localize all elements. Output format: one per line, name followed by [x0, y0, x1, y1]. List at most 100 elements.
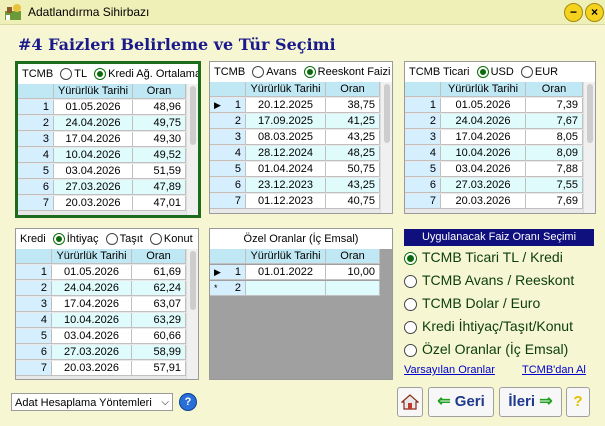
- radio-option[interactable]: [404, 320, 417, 334]
- vertical-scrollbar[interactable]: [186, 84, 198, 215]
- table-row[interactable]: 3 17.04.2026 8,05: [405, 130, 595, 145]
- help-icon[interactable]: ?: [179, 393, 197, 411]
- date-cell[interactable]: [246, 281, 326, 296]
- rate-cell[interactable]: 38,75: [326, 98, 380, 113]
- date-cell[interactable]: 03.04.2026: [441, 162, 526, 177]
- table-row[interactable]: 1 01.05.2026 7,39: [405, 98, 595, 113]
- table-row[interactable]: 4 10.04.2026 63,29: [16, 313, 198, 328]
- table-row[interactable]: * 2: [210, 281, 392, 296]
- rate-cell[interactable]: 60,66: [132, 329, 186, 344]
- tcmb-fetch-link[interactable]: TCMB'dan Al: [522, 364, 586, 376]
- table-row[interactable]: 4 28.12.2024 48,25: [210, 146, 392, 161]
- vertical-scrollbar[interactable]: [583, 82, 595, 213]
- rate-cell[interactable]: 8,05: [526, 130, 583, 145]
- option-ozel[interactable]: Özel Oranlar (İç Emsal): [404, 341, 568, 357]
- radio-option[interactable]: [404, 297, 417, 311]
- radio-option[interactable]: [404, 251, 417, 265]
- date-cell[interactable]: 01.01.2022: [246, 265, 326, 280]
- rate-cell[interactable]: 61,69: [132, 265, 186, 280]
- vertical-scrollbar[interactable]: [186, 249, 198, 379]
- vertical-scrollbar[interactable]: [380, 82, 392, 213]
- next-button[interactable]: İleri ⇒: [499, 387, 562, 417]
- date-cell[interactable]: 24.04.2026: [52, 281, 132, 296]
- table-row[interactable]: 5 01.04.2024 50,75: [210, 162, 392, 177]
- table-row[interactable]: ▶ 1 20.12.2025 38,75: [210, 98, 392, 113]
- table-row[interactable]: 3 08.03.2025 43,25: [210, 130, 392, 145]
- rate-cell[interactable]: 7,69: [526, 194, 583, 209]
- rates-grid[interactable]: Yürürlük Tarihi Oran 1 01.05.2026 48,96 2 24.0…: [18, 84, 198, 215]
- date-cell[interactable]: 24.04.2026: [441, 114, 526, 129]
- table-row[interactable]: 3 17.04.2026 49,30: [18, 132, 198, 147]
- scrollbar-thumb[interactable]: [190, 86, 196, 145]
- custom-rates-grid[interactable]: Yürürlük Tarihi Oran ▶ 1 01.01.2022 10,00 * 2: [210, 249, 392, 379]
- rate-cell[interactable]: 7,39: [526, 98, 583, 113]
- radio-usd[interactable]: [476, 66, 489, 79]
- table-row[interactable]: 7 01.12.2023 40,75: [210, 194, 392, 209]
- radio-tl[interactable]: [60, 68, 73, 81]
- rate-cell[interactable]: 40,75: [326, 194, 380, 209]
- rate-cell[interactable]: 63,29: [132, 313, 186, 328]
- rates-grid[interactable]: Yürürlük Tarihi Oran 1 01.05.2026 7,39 2 24.04…: [405, 82, 595, 213]
- rate-cell[interactable]: 58,99: [132, 345, 186, 360]
- date-cell[interactable]: 01.12.2023: [246, 194, 326, 209]
- table-row[interactable]: 2 24.04.2026 62,24: [16, 281, 198, 296]
- rate-cell[interactable]: 50,75: [326, 162, 380, 177]
- date-cell[interactable]: 10.04.2026: [52, 313, 132, 328]
- rate-cell[interactable]: 49,52: [133, 148, 186, 163]
- rate-cell[interactable]: 7,88: [526, 162, 583, 177]
- radio-option[interactable]: [404, 274, 417, 288]
- rate-cell[interactable]: 43,25: [326, 178, 380, 193]
- radio-kredi-ortalama[interactable]: [94, 68, 107, 81]
- rate-cell[interactable]: 7,67: [526, 114, 583, 129]
- rate-cell[interactable]: [326, 281, 380, 296]
- date-cell[interactable]: 03.04.2026: [52, 329, 132, 344]
- default-rates-link[interactable]: Varsayılan Oranlar: [404, 364, 495, 376]
- date-cell[interactable]: 10.04.2026: [441, 146, 526, 161]
- rate-cell[interactable]: 41,25: [326, 114, 380, 129]
- table-row[interactable]: 1 01.05.2026 61,69: [16, 265, 198, 280]
- date-cell[interactable]: 08.03.2025: [246, 130, 326, 145]
- date-cell[interactable]: 20.03.2026: [441, 194, 526, 209]
- table-row[interactable]: 7 20.03.2026 57,91: [16, 361, 198, 376]
- date-cell[interactable]: 27.03.2026: [52, 345, 132, 360]
- date-cell[interactable]: 10.04.2026: [54, 148, 133, 163]
- date-cell[interactable]: 20.03.2026: [52, 361, 132, 376]
- date-cell[interactable]: 01.05.2026: [441, 98, 526, 113]
- date-cell[interactable]: 24.04.2026: [54, 116, 133, 131]
- table-row[interactable]: 2 17.09.2025 41,25: [210, 114, 392, 129]
- method-select[interactable]: Adat Hesaplama Yöntemleri ⌵: [11, 393, 173, 411]
- table-row[interactable]: 6 27.03.2026 7,55: [405, 178, 595, 193]
- rates-grid[interactable]: Yürürlük Tarihi Oran ▶ 1 20.12.2025 38,75 2 17.…: [210, 82, 392, 213]
- rate-cell[interactable]: 48,96: [133, 100, 186, 115]
- rate-cell[interactable]: 57,91: [132, 361, 186, 376]
- table-row[interactable]: 7 20.03.2026 47,01: [18, 196, 198, 211]
- table-row[interactable]: 5 03.04.2026 60,66: [16, 329, 198, 344]
- date-cell[interactable]: 17.04.2026: [52, 297, 132, 312]
- date-cell[interactable]: 28.12.2024: [246, 146, 326, 161]
- rate-cell[interactable]: 8,09: [526, 146, 583, 161]
- scrollbar-thumb[interactable]: [587, 84, 593, 143]
- date-cell[interactable]: 01.04.2024: [246, 162, 326, 177]
- table-row[interactable]: 6 27.03.2026 47,89: [18, 180, 198, 195]
- rate-cell[interactable]: 10,00: [326, 265, 380, 280]
- radio-option[interactable]: [404, 343, 417, 357]
- rate-cell[interactable]: 43,25: [326, 130, 380, 145]
- table-row[interactable]: 6 23.12.2023 43,25: [210, 178, 392, 193]
- rate-cell[interactable]: 63,07: [132, 297, 186, 312]
- date-cell[interactable]: 17.04.2026: [441, 130, 526, 145]
- table-row[interactable]: 3 17.04.2026 63,07: [16, 297, 198, 312]
- table-row[interactable]: ▶ 1 01.01.2022 10,00: [210, 265, 392, 280]
- radio-eur[interactable]: [520, 66, 533, 79]
- radio-konut[interactable]: [149, 233, 162, 246]
- date-cell[interactable]: 20.03.2026: [54, 196, 133, 211]
- date-cell[interactable]: 27.03.2026: [54, 180, 133, 195]
- option-tcmb-ticari[interactable]: TCMB Ticari TL / Kredi: [404, 249, 563, 265]
- rate-cell[interactable]: 47,01: [133, 196, 186, 211]
- rate-cell[interactable]: 49,75: [133, 116, 186, 131]
- option-tcmb-dolar[interactable]: TCMB Dolar / Euro: [404, 295, 540, 311]
- table-row[interactable]: 4 10.04.2026 8,09: [405, 146, 595, 161]
- date-cell[interactable]: 17.04.2026: [54, 132, 133, 147]
- rate-cell[interactable]: 49,30: [133, 132, 186, 147]
- rate-cell[interactable]: 47,89: [133, 180, 186, 195]
- rate-cell[interactable]: 51,59: [133, 164, 186, 179]
